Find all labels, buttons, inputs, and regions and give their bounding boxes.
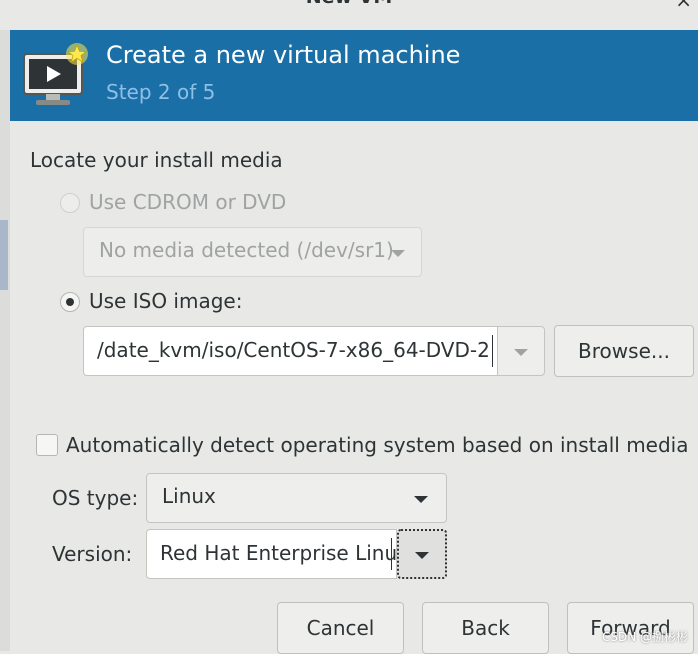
os-type-value: Linux xyxy=(162,484,216,508)
window-title: New VM xyxy=(0,0,698,8)
radio-selected-dot xyxy=(66,298,74,306)
install-media-label: Locate your install media xyxy=(30,148,283,172)
chevron-down-icon xyxy=(391,250,405,257)
close-icon[interactable]: × xyxy=(675,0,692,12)
chevron-down-icon xyxy=(414,496,428,503)
version-dropdown[interactable] xyxy=(397,529,447,579)
wizard-title: Create a new virtual machine xyxy=(106,41,461,69)
iso-radio-label: Use ISO image: xyxy=(89,289,243,313)
back-button[interactable]: Back xyxy=(422,602,549,654)
os-type-label: OS type: xyxy=(52,486,139,510)
cancel-button-label: Cancel xyxy=(306,616,375,640)
iso-path-input[interactable]: /date_kvm/iso/CentOS-7-x86_64-DVD-2 xyxy=(83,326,498,376)
browse-button[interactable]: Browse... xyxy=(554,325,694,377)
version-label: Version: xyxy=(52,542,133,566)
chevron-down-icon xyxy=(514,349,528,356)
background-window-edge xyxy=(0,30,10,651)
cdrom-radio[interactable] xyxy=(60,193,80,213)
cdrom-device-value: No media detected (/dev/sr1) xyxy=(99,238,394,262)
cdrom-device-select[interactable]: No media detected (/dev/sr1) xyxy=(83,227,422,277)
cdrom-radio-label: Use CDROM or DVD xyxy=(89,190,287,214)
watermark: CSDN @捌彬彬 xyxy=(601,630,688,644)
wizard-step: Step 2 of 5 xyxy=(106,80,216,104)
wizard-header: Create a new virtual machine Step 2 of 5 xyxy=(10,30,698,121)
iso-history-dropdown[interactable] xyxy=(498,326,545,376)
auto-detect-checkbox[interactable] xyxy=(36,434,58,456)
browse-button-label: Browse... xyxy=(578,339,670,363)
text-cursor xyxy=(492,335,493,367)
auto-detect-label: Automatically detect operating system ba… xyxy=(66,433,689,457)
iso-path-value: /date_kvm/iso/CentOS-7-x86_64-DVD-2 xyxy=(97,338,490,362)
iso-radio[interactable] xyxy=(60,292,80,312)
os-type-select[interactable]: Linux xyxy=(146,473,447,523)
chevron-down-icon xyxy=(415,552,429,559)
cancel-button[interactable]: Cancel xyxy=(277,602,404,654)
background-selection xyxy=(0,220,8,290)
version-input[interactable]: Red Hat Enterprise Linu xyxy=(146,529,397,579)
version-value: Red Hat Enterprise Linu xyxy=(160,541,397,565)
text-cursor xyxy=(391,538,392,570)
window-titlebar: New VM × xyxy=(0,0,698,30)
monitor-new-icon xyxy=(23,43,88,105)
back-button-label: Back xyxy=(461,616,510,640)
wizard-content: Locate your install media Use CDROM or D… xyxy=(10,121,698,654)
